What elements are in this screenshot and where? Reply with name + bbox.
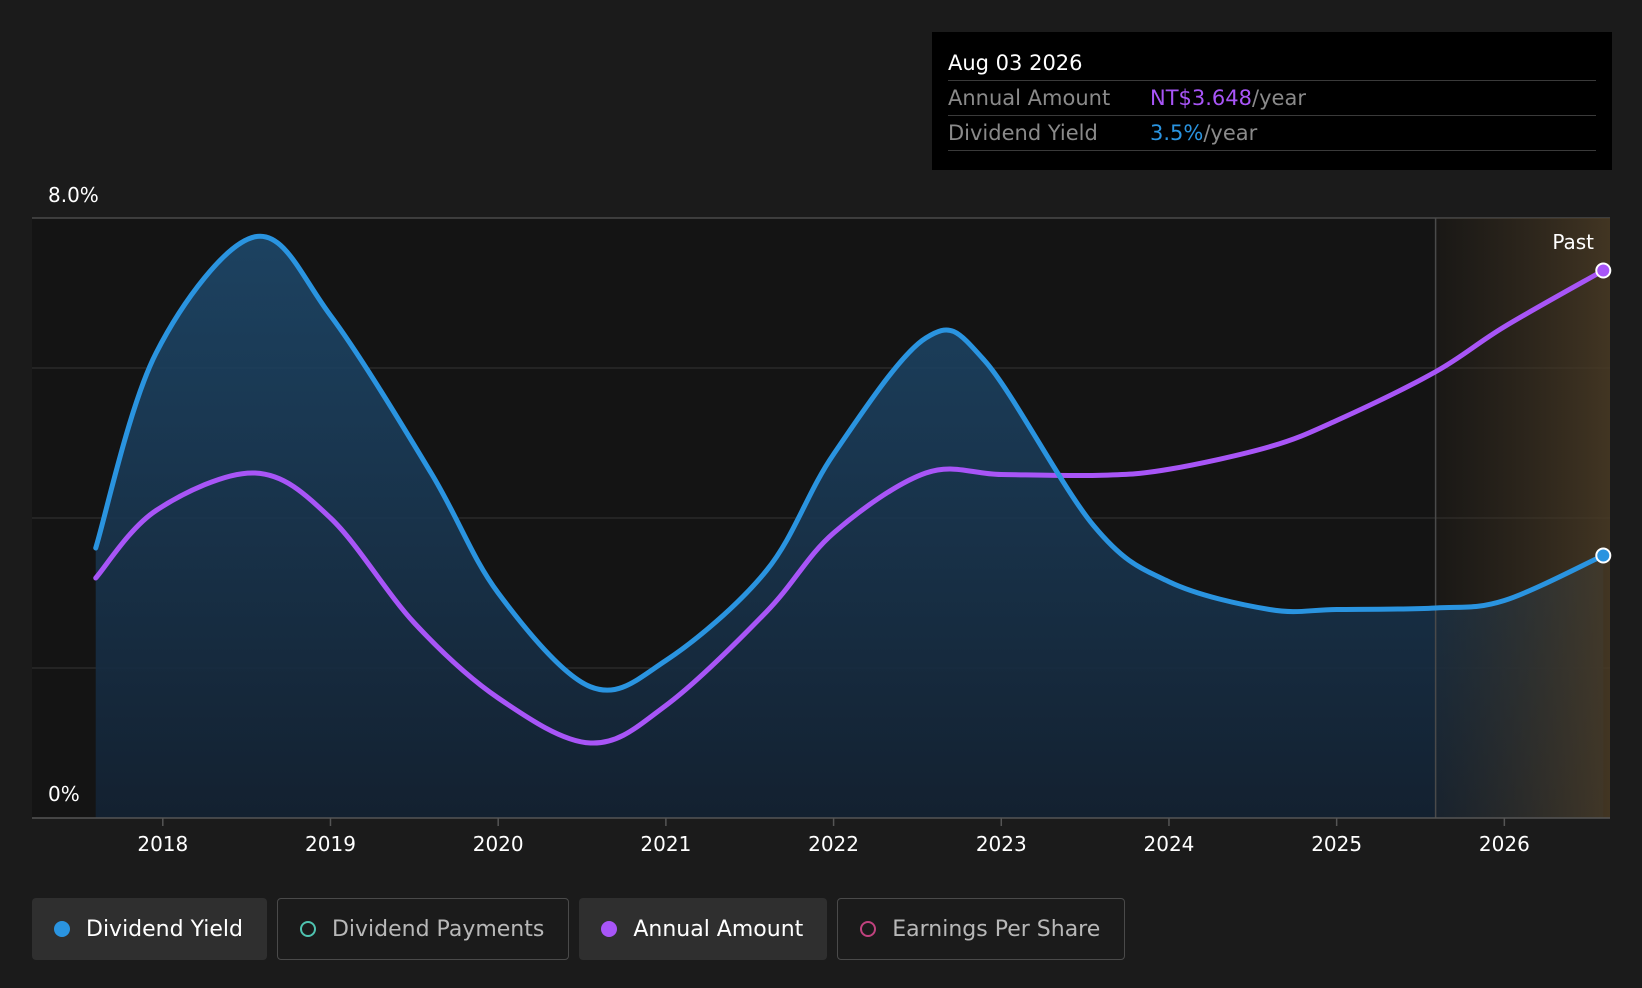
x-tick-label: 2022 — [808, 832, 859, 856]
tooltip-unit: /year — [1252, 86, 1306, 110]
annual-amount-end-marker[interactable] — [1595, 262, 1612, 279]
tooltip-row-annual-amount: Annual Amount NT$3.648 /year — [948, 81, 1596, 116]
legend-dividend-yield-button[interactable]: Dividend Yield — [32, 898, 267, 960]
x-tick-label: 2023 — [976, 832, 1027, 856]
filled-dot-icon — [54, 921, 70, 937]
tooltip-label: Dividend Yield — [948, 121, 1098, 145]
x-tick-label: 2024 — [1144, 832, 1195, 856]
legend-annual-amount-button[interactable]: Annual Amount — [579, 898, 828, 960]
legend-dividend-payments-button[interactable]: Dividend Payments — [276, 898, 570, 960]
dividend-yield-end-marker[interactable] — [1595, 547, 1612, 564]
x-tick-label: 2018 — [137, 832, 188, 856]
x-tick-label: 2019 — [305, 832, 356, 856]
x-axis-ticks: 2018 2019 2020 2021 2022 2023 2024 2025 2026 — [137, 818, 1530, 856]
legend-earnings-per-share-button[interactable]: Earnings Per Share — [837, 898, 1126, 960]
chart-legend: Dividend Yield Dividend Payments Annual … — [32, 898, 1126, 960]
tooltip-value: NT$3.648 — [1150, 86, 1253, 110]
legend-label: Earnings Per Share — [892, 916, 1101, 942]
chart-tooltip: Aug 03 2026 Annual Amount NT$3.648 /year… — [932, 32, 1612, 170]
legend-label: Dividend Payments — [331, 916, 545, 942]
filled-dot-icon — [601, 921, 618, 937]
tooltip-label: Annual Amount — [948, 86, 1111, 110]
tooltip-value: 3.5% — [1150, 121, 1204, 145]
past-label: Past — [1552, 230, 1594, 254]
x-tick-label: 2021 — [640, 832, 691, 856]
tooltip-row-dividend-yield: Dividend Yield 3.5% /year — [948, 116, 1596, 151]
y-tick-label-bottom: 0% — [48, 782, 80, 806]
legend-label: Annual Amount — [633, 916, 804, 942]
x-tick-label: 2025 — [1311, 832, 1362, 856]
x-tick-label: 2026 — [1479, 832, 1530, 856]
tooltip-date: Aug 03 2026 — [948, 46, 1596, 81]
hollow-dot-icon — [299, 921, 316, 937]
y-tick-label-top: 8.0% — [48, 183, 99, 207]
x-tick-label: 2020 — [473, 832, 524, 856]
past-region — [1435, 218, 1610, 818]
tooltip-unit: /year — [1203, 121, 1258, 145]
hollow-dot-icon — [860, 921, 877, 937]
legend-label: Dividend Yield — [86, 916, 243, 942]
